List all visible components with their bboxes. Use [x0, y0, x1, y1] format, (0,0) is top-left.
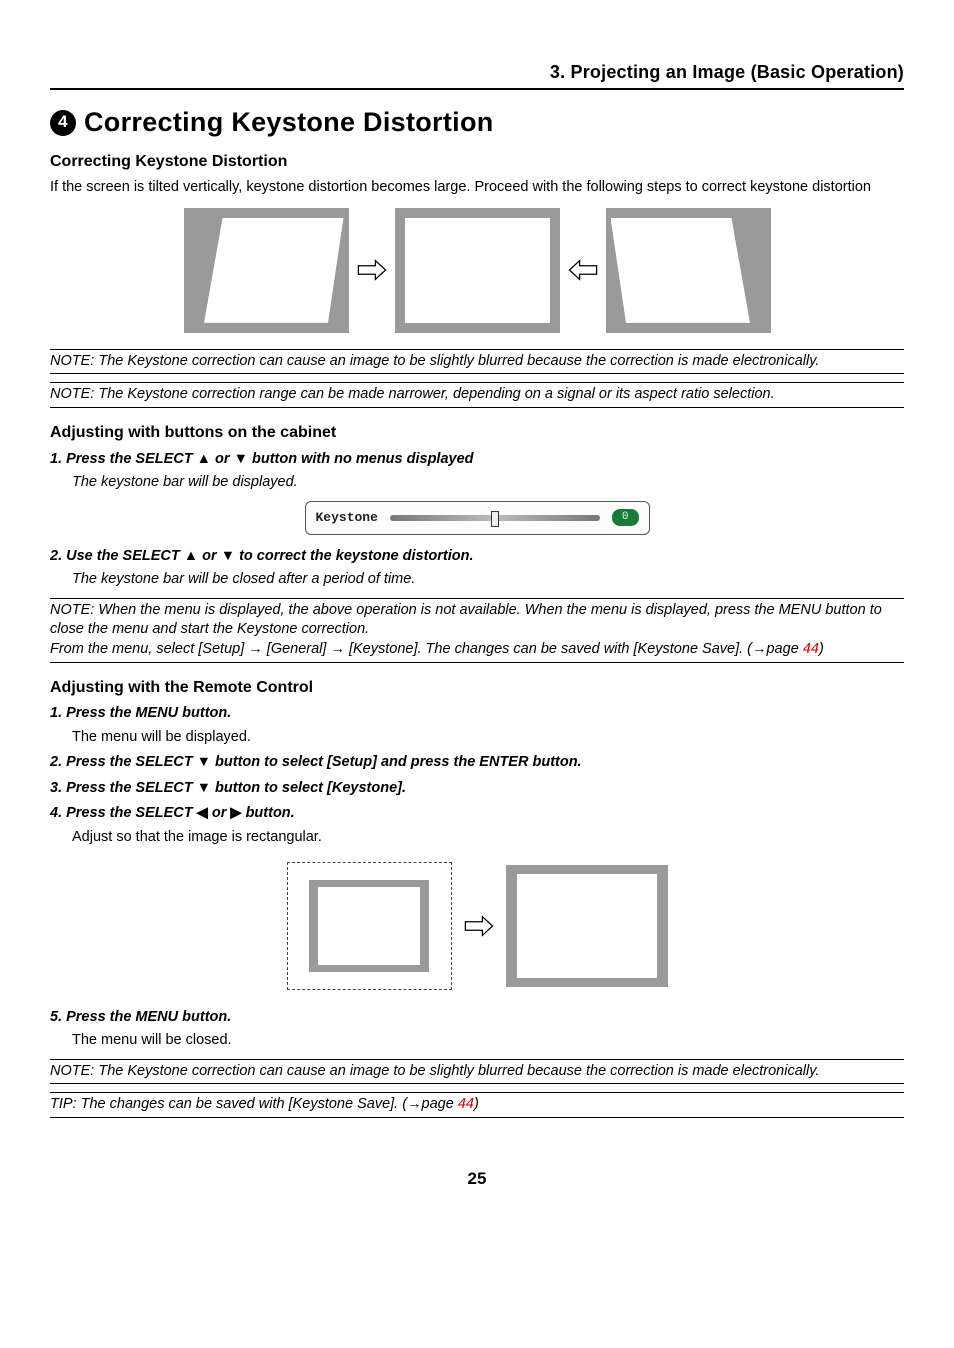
rc-step-4: 4. Press the SELECT ◀ or ▶ button.	[50, 804, 904, 824]
tip-text: )	[474, 1096, 479, 1112]
solid-inner-rect	[517, 874, 657, 978]
triangle-down-icon: ▼	[234, 451, 248, 467]
subheading-correcting: Correcting Keystone Distortion	[50, 151, 904, 173]
arrow-left-icon	[566, 256, 600, 284]
inner-gray-frame	[309, 880, 429, 972]
step-text: 1. Press the SELECT	[50, 451, 197, 467]
note-line: From the menu, select [Setup] → [General…	[50, 640, 904, 660]
note-text: )	[819, 641, 824, 657]
solid-frame	[506, 865, 668, 987]
step-text: button.	[242, 805, 295, 821]
tip-keystone-save: TIP: The changes can be saved with [Keys…	[50, 1092, 904, 1118]
note-menu-displayed: NOTE: When the menu is displayed, the ab…	[50, 598, 904, 663]
dotted-frame	[287, 862, 452, 990]
note-keystone-blur-2: NOTE: The Keystone correction can cause …	[50, 1059, 904, 1085]
step-text: button with no menus displayed	[248, 451, 474, 467]
step-text: 2. Press the SELECT	[50, 754, 197, 770]
inner-white-rect	[318, 887, 420, 965]
section-title: 4 Correcting Keystone Distortion	[50, 104, 904, 140]
page-ref-link[interactable]: 44	[803, 641, 819, 657]
triangle-down-icon: ▼	[197, 780, 211, 796]
chapter-header: 3. Projecting an Image (Basic Operation)	[50, 60, 904, 90]
cabinet-step-2-sub: The keystone bar will be closed after a …	[72, 570, 904, 590]
rc-step-5: 5. Press the MENU button.	[50, 1008, 904, 1028]
note-text: From the menu, select [Setup] → [General…	[50, 641, 803, 657]
step-text: button to select [Keystone].	[211, 780, 406, 796]
triangle-down-icon: ▼	[197, 754, 211, 770]
keystone-frame-right	[606, 208, 771, 333]
body-intro: If the screen is tilted vertically, keys…	[50, 178, 904, 198]
cabinet-step-2: 2. Use the SELECT ▲ or ▼ to correct the …	[50, 547, 904, 567]
triangle-right-icon: ▶	[230, 805, 241, 821]
note-line: NOTE: When the menu is displayed, the ab…	[50, 601, 904, 640]
keystone-figure-row	[50, 208, 904, 333]
keystone-bar-label: Keystone	[316, 509, 378, 527]
triangle-up-icon: ▲	[184, 548, 198, 564]
rc-step-1-sub: The menu will be displayed.	[72, 728, 904, 748]
subheading-remote: Adjusting with the Remote Control	[50, 677, 904, 699]
triangle-down-icon: ▼	[221, 548, 235, 564]
arrow-right-icon	[462, 912, 496, 940]
step-text: 3. Press the SELECT	[50, 780, 197, 796]
arrow-right-icon	[355, 256, 389, 284]
keystone-bar: Keystone 0	[305, 501, 650, 535]
cabinet-step-1: 1. Press the SELECT ▲ or ▼ button with n…	[50, 450, 904, 470]
keystone-frame-center	[395, 208, 560, 333]
keystone-bar-track	[390, 515, 600, 521]
note-keystone-blur-1: NOTE: The Keystone correction can cause …	[50, 349, 904, 375]
step-text: or	[198, 548, 221, 564]
rectangular-figure-row	[50, 862, 904, 990]
keystone-bar-value: 0	[612, 509, 639, 526]
page-number: 25	[50, 1168, 904, 1191]
section-number-icon: 4	[50, 110, 76, 136]
rc-step-3: 3. Press the SELECT ▼ button to select […	[50, 779, 904, 799]
keystone-bar-figure: Keystone 0	[50, 501, 904, 535]
triangle-left-icon: ◀	[197, 805, 208, 821]
rc-step-2: 2. Press the SELECT ▼ button to select […	[50, 753, 904, 773]
triangle-up-icon: ▲	[197, 451, 211, 467]
rc-step-1: 1. Press the MENU button.	[50, 704, 904, 724]
step-text: or	[211, 451, 234, 467]
section-title-text: Correcting Keystone Distortion	[84, 104, 494, 140]
rc-step-5-sub: The menu will be closed.	[72, 1031, 904, 1051]
page-ref-link[interactable]: 44	[458, 1096, 474, 1112]
step-text: button to select [Setup] and press the E…	[211, 754, 582, 770]
cabinet-step-1-sub: The keystone bar will be displayed.	[72, 473, 904, 493]
step-text: to correct the keystone distortion.	[235, 548, 474, 564]
rc-step-4-sub: Adjust so that the image is rectangular.	[72, 828, 904, 848]
step-text: or	[208, 805, 231, 821]
step-text: 4. Press the SELECT	[50, 805, 197, 821]
keystone-frame-left	[184, 208, 349, 333]
tip-text: TIP: The changes can be saved with [Keys…	[50, 1096, 458, 1112]
note-keystone-range: NOTE: The Keystone correction range can …	[50, 382, 904, 408]
step-text: 2. Use the SELECT	[50, 548, 184, 564]
subheading-cabinet: Adjusting with buttons on the cabinet	[50, 422, 904, 444]
